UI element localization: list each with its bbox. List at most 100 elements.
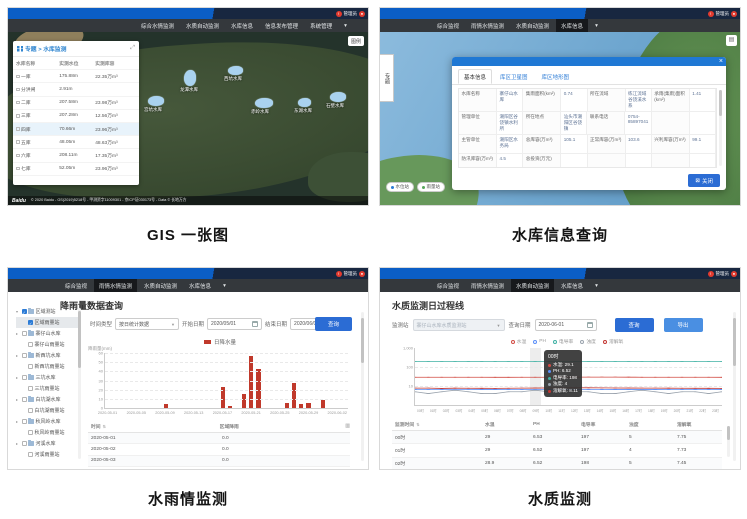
checkbox[interactable] (28, 386, 33, 391)
table-row[interactable]: 2020-05-010.0 (88, 433, 350, 444)
checkbox-icon[interactable] (16, 127, 20, 131)
dialog-tab[interactable]: 基本信息 (458, 69, 492, 84)
nav-item[interactable]: 水库信息 (556, 19, 588, 32)
lake-shape[interactable] (330, 92, 346, 102)
checkbox[interactable] (22, 353, 27, 358)
close-button[interactable]: ⊠ 关闭 (688, 174, 720, 187)
tree-child-item[interactable]: 三坑雨量站 (16, 383, 78, 394)
tree-parent-item[interactable]: ▾✓区域测站 (16, 306, 78, 317)
nav-item[interactable]: 水质自动监测 (181, 19, 224, 32)
rain-bar[interactable] (228, 406, 232, 408)
nav-item[interactable]: 水质自动监测 (139, 279, 182, 292)
table-row[interactable]: 三库207.28m12.56万m³ (13, 110, 139, 123)
caret-icon[interactable]: ▾ (16, 309, 20, 314)
logout-icon[interactable]: ● (731, 11, 737, 17)
legend-item[interactable]: 浊度 (580, 338, 596, 345)
caret-icon[interactable]: ▸ (16, 353, 20, 358)
nav-item[interactable]: 水库信息 (556, 279, 588, 292)
checkbox-icon[interactable] (16, 167, 20, 171)
checkbox-icon[interactable] (16, 101, 20, 105)
theme-side-tab[interactable]: 专题 (380, 54, 394, 102)
base-map[interactable]: 专题 ▤ 水位站雨量站 × 基本信息库区卫星图库区地形图 水库名称寨仔山水库集雨… (380, 32, 740, 205)
tree-parent-item[interactable]: ▸三坑水库 (16, 372, 78, 383)
alert-bell-icon[interactable]: ! (336, 271, 342, 277)
lake-shape[interactable] (255, 98, 273, 108)
chart-legend[interactable]: 日降水量 (88, 338, 352, 346)
rain-bar[interactable] (285, 403, 289, 409)
tree-child-item[interactable]: ✓区域雨量站 (16, 317, 78, 328)
map-legend-pill[interactable]: 雨量站 (417, 182, 445, 192)
checkbox-icon[interactable] (16, 154, 20, 158)
tree-parent-item[interactable]: ▸白坑湖水库 (16, 394, 78, 405)
table-row[interactable]: 二库207.58m23.98万m³ (13, 97, 139, 110)
lake-shape[interactable] (184, 70, 196, 86)
checkbox-icon[interactable] (16, 140, 20, 144)
alert-bell-icon[interactable]: ! (708, 11, 714, 17)
rain-bar[interactable] (256, 369, 260, 408)
nav-item[interactable]: 综合水情监测 (136, 19, 179, 32)
nav-item[interactable]: 综合监视 (432, 19, 464, 32)
checkbox[interactable] (22, 397, 27, 402)
lake-shape[interactable] (298, 98, 311, 107)
checkbox-icon[interactable] (16, 88, 20, 92)
table-row[interactable]: 六库208.11m17.35万m³ (13, 149, 139, 162)
sort-icon[interactable]: ⇅ (416, 422, 419, 427)
expand-icon[interactable]: ⤢ (130, 45, 135, 52)
checkbox[interactable] (22, 441, 27, 446)
nav-item[interactable]: 水库信息 (184, 279, 216, 292)
columns-icon[interactable]: ▥ (345, 423, 350, 429)
nav-item[interactable]: 水库信息 (226, 19, 258, 32)
dialog-tab[interactable]: 库区地形图 (536, 69, 576, 84)
table-row[interactable]: 01时296.5219747.73 (392, 444, 722, 457)
table-row[interactable]: 分洪闸2.91m (13, 83, 139, 96)
alert-bell-icon[interactable]: ! (708, 271, 714, 277)
query-button[interactable]: 查询 (315, 317, 352, 331)
nav-item[interactable]: 综合监视 (60, 279, 92, 292)
lake-shape[interactable] (148, 96, 164, 106)
nav-item[interactable]: 综合监视 (432, 279, 464, 292)
tree-scrollbar[interactable] (78, 308, 81, 459)
close-icon[interactable]: × (719, 57, 723, 66)
chart-legend[interactable]: 水温PH电导率浊度溶解氧 (410, 338, 724, 345)
checkbox[interactable]: ✓ (22, 309, 27, 314)
rain-bar[interactable] (306, 403, 310, 408)
rain-bar[interactable] (321, 400, 325, 408)
dialog-scrollbar[interactable] (719, 90, 722, 166)
tree-parent-item[interactable]: ▸河溪水库 (16, 438, 78, 449)
table-row[interactable]: 一库175.88m22.35万m³ (13, 70, 139, 83)
table-row[interactable]: 2020-05-040.0 (88, 467, 350, 470)
start-date-input[interactable]: 2020/05/01 (207, 318, 262, 330)
table-row[interactable]: 四库70.66m23.96万m³ (13, 123, 139, 136)
query-button[interactable]: 查询 (615, 318, 654, 332)
caret-icon[interactable]: ▸ (16, 397, 20, 402)
legend-item[interactable]: PH (533, 339, 546, 344)
alert-bell-icon[interactable]: ! (336, 11, 342, 17)
nav-item[interactable]: 水质自动监测 (511, 19, 554, 32)
logout-icon[interactable]: ● (731, 271, 737, 277)
tree-child-item[interactable]: 秋风岭雨量站 (16, 427, 78, 438)
checkbox-icon[interactable] (16, 114, 20, 118)
map-legend-button[interactable]: 图例 (348, 36, 364, 46)
table-row[interactable]: 00时296.5319757.75 (392, 431, 722, 444)
tree-child-item[interactable]: 河溪雨量站 (16, 449, 78, 460)
table-row[interactable]: 2020-05-020.0 (88, 444, 350, 455)
nav-item[interactable]: 雨情水情监测 (466, 279, 509, 292)
table-row[interactable]: 七库52.05m23.96万m³ (13, 163, 139, 176)
tree-parent-item[interactable]: ▸秋风岭水库 (16, 416, 78, 427)
export-button[interactable]: 导出 (664, 318, 703, 332)
tree-parent-item[interactable]: ▸新西坑水库 (16, 350, 78, 361)
caret-icon[interactable]: ▸ (16, 441, 20, 446)
time-type-select[interactable]: 按日统计数据▼ (115, 318, 179, 330)
legend-item[interactable]: 电导率 (553, 338, 573, 345)
tree-child-item[interactable]: 寨仔山雨量站 (16, 339, 78, 350)
table-row[interactable]: 02时28.96.5219857.45 (392, 458, 722, 470)
nav-item[interactable]: ▾ (218, 280, 231, 291)
caret-icon[interactable]: ▸ (16, 419, 20, 424)
page-scrollbar[interactable] (361, 312, 364, 461)
caret-icon[interactable]: ▸ (16, 375, 20, 380)
checkbox[interactable] (22, 331, 27, 336)
table-row[interactable]: 2020-05-030.0 (88, 456, 350, 467)
nav-item[interactable]: 系统管理 (305, 19, 337, 32)
tree-child-item[interactable]: 新西坑雨量站 (16, 361, 78, 372)
checkbox[interactable] (28, 452, 33, 457)
